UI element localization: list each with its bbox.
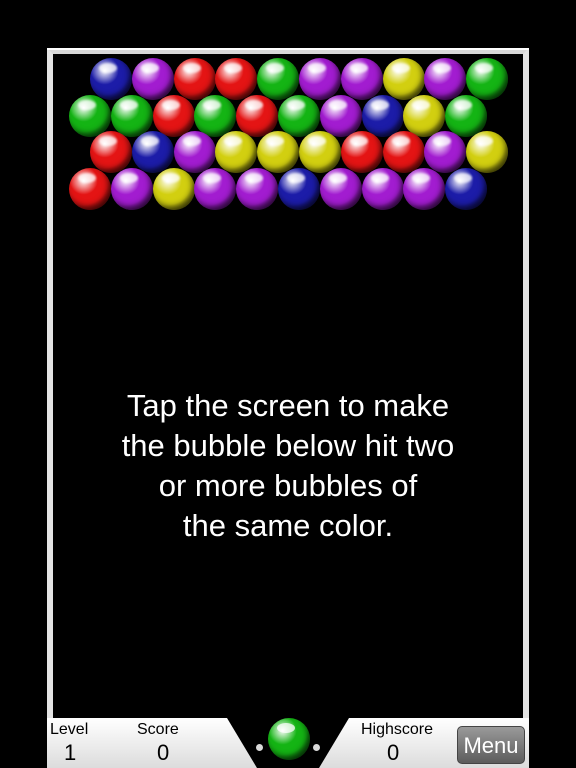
bubble-red <box>69 167 111 210</box>
bubble-purple <box>403 167 446 210</box>
bubble-red <box>382 131 425 173</box>
bubble-red <box>152 94 195 137</box>
bubble-red <box>215 58 258 100</box>
score-value: 0 <box>157 740 170 765</box>
level-value: 1 <box>64 740 77 765</box>
bubble-purple <box>340 58 383 100</box>
bubble-red <box>90 131 132 173</box>
hud-right-panel: Highscore 0 Menu <box>319 718 529 768</box>
bubble-green <box>69 94 111 137</box>
bubble-green <box>466 58 509 100</box>
bubble-blue <box>278 167 320 210</box>
highscore-value: 0 <box>387 740 400 765</box>
bubble-yellow <box>382 58 425 100</box>
bubble-purple <box>236 167 279 210</box>
bubble-purple <box>424 58 467 100</box>
score-label: Score <box>137 721 179 738</box>
bubble-red <box>173 58 216 100</box>
bubble-red <box>340 131 383 173</box>
menu-button[interactable]: Menu <box>457 726 525 764</box>
bubble-green <box>257 58 300 100</box>
bubble-green <box>110 94 153 137</box>
instructions-text: Tap the screen to make the bubble below … <box>121 388 455 543</box>
bubble-purple <box>361 167 404 210</box>
bubble-purple <box>319 94 362 137</box>
bubble-yellow <box>299 131 341 173</box>
bubble-green <box>194 94 237 137</box>
bubble-purple <box>319 167 362 210</box>
bubble-green <box>278 94 320 137</box>
bubble-blue <box>445 167 488 210</box>
highscore-label: Highscore <box>361 721 434 738</box>
bubble-yellow <box>152 167 195 210</box>
aim-left-dot <box>256 744 263 751</box>
hud-left-panel: Level 1 Score 0 <box>47 718 257 768</box>
bubble-purple <box>424 131 467 173</box>
bubble-blue <box>90 58 132 100</box>
level-label: Level <box>50 721 89 738</box>
aim-right-dot <box>313 744 320 751</box>
bubble-blue <box>361 94 404 137</box>
bubble-purple <box>110 167 153 210</box>
bubble-blue <box>131 131 174 173</box>
bubble-icon[interactable] <box>268 718 310 760</box>
bubble-purple <box>131 58 174 100</box>
bubble-yellow <box>215 131 258 173</box>
bubble-yellow <box>466 131 509 173</box>
bubble-purple <box>173 131 216 173</box>
bubble-yellow <box>257 131 300 173</box>
bubble-yellow <box>403 94 446 137</box>
bubble-red <box>236 94 279 137</box>
bubble-grid[interactable] <box>0 0 576 230</box>
bubble-green <box>445 94 488 137</box>
bubble-purple <box>194 167 237 210</box>
bubble-purple <box>299 58 341 100</box>
